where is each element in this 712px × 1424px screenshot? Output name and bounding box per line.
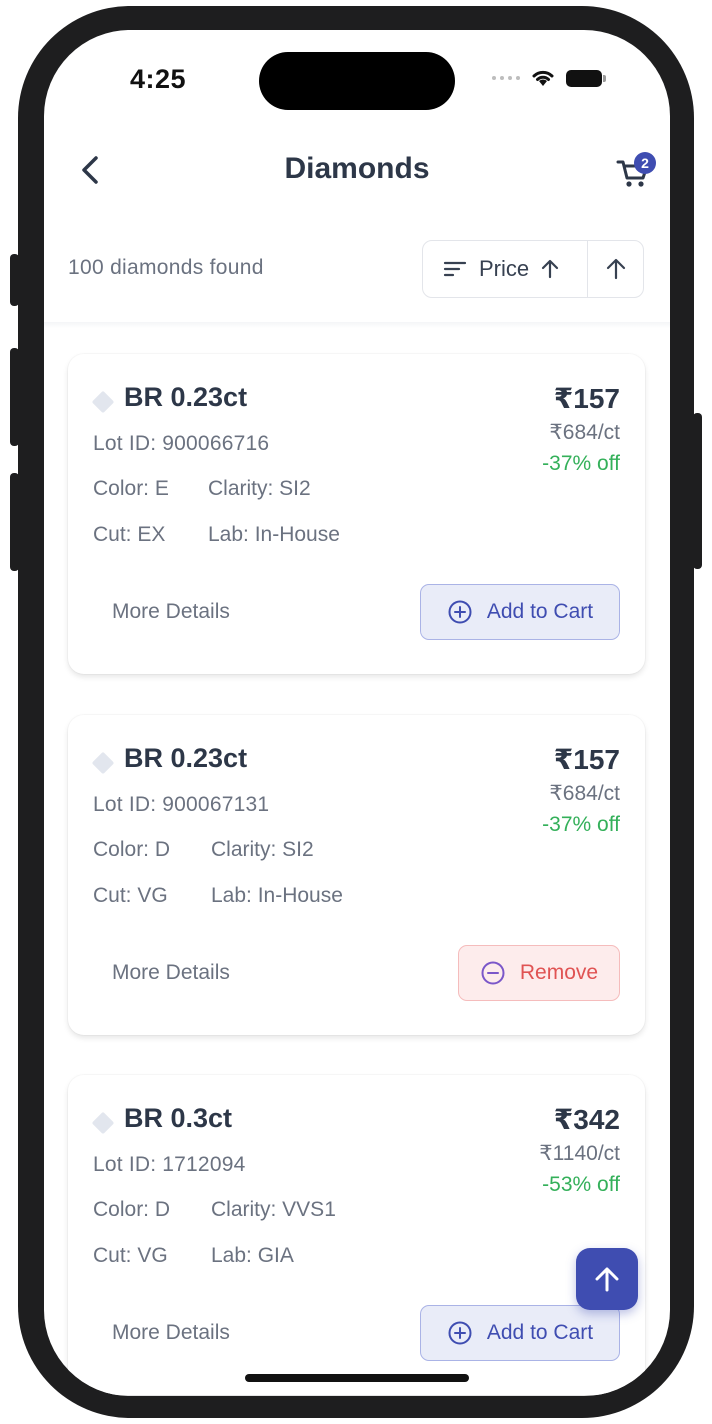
sort-field-label: Price bbox=[479, 256, 530, 281]
battery-icon bbox=[566, 69, 606, 87]
cart-count-badge: 2 bbox=[634, 152, 656, 174]
add-to-cart-button[interactable]: Add to Cart bbox=[420, 584, 620, 640]
clarity-grade: Clarity: VVS1 bbox=[211, 1198, 336, 1221]
lot-id: Lot ID: 900067131 bbox=[93, 793, 270, 816]
plus-circle-icon bbox=[448, 600, 472, 624]
more-details-link[interactable]: More Details bbox=[112, 600, 230, 624]
lab-name: Lab: In-House bbox=[211, 884, 343, 907]
add-to-cart-button[interactable]: Add to Cart bbox=[420, 1305, 620, 1361]
lab-name: Lab: In-House bbox=[208, 523, 340, 546]
color-grade: Color: D bbox=[93, 1198, 171, 1221]
price-per-carat: ₹684/ct bbox=[549, 421, 620, 444]
clarity-grade: Clarity: SI2 bbox=[208, 477, 311, 500]
diamond-card: BR 0.23ct ₹157 ₹684/ct -37% off Lot ID: … bbox=[68, 715, 645, 1035]
signal-icon bbox=[492, 76, 520, 80]
home-indicator bbox=[245, 1374, 469, 1382]
wifi-icon bbox=[532, 70, 554, 86]
volume-down-button bbox=[10, 473, 19, 571]
discount-label: -53% off bbox=[542, 1173, 620, 1196]
results-count: 100 diamonds found bbox=[68, 256, 264, 279]
cut-grade: Cut: EX bbox=[93, 523, 166, 546]
color-grade: Color: D bbox=[93, 838, 171, 861]
arrow-up-icon bbox=[542, 259, 559, 279]
status-icons bbox=[492, 68, 606, 88]
diamond-icon bbox=[91, 1111, 115, 1135]
more-details-link[interactable]: More Details bbox=[112, 961, 230, 985]
header-divider bbox=[44, 322, 670, 328]
volume-up-button bbox=[10, 348, 19, 446]
status-time: 4:25 bbox=[130, 64, 187, 94]
scroll-to-top-button[interactable] bbox=[576, 1248, 638, 1310]
diamond-icon bbox=[91, 751, 115, 775]
power-button bbox=[693, 413, 702, 569]
diamond-icon bbox=[91, 390, 115, 414]
app-screen: 4:25 Diamonds 2 100 diamonds found Price… bbox=[44, 30, 670, 1396]
side-button bbox=[10, 254, 19, 306]
sort-lines-icon bbox=[443, 261, 467, 277]
arrow-up-icon bbox=[595, 1267, 619, 1292]
price-per-carat: ₹684/ct bbox=[549, 782, 620, 805]
add-to-cart-label: Add to Cart bbox=[486, 1321, 594, 1344]
clarity-grade: Clarity: SI2 bbox=[211, 838, 314, 861]
lab-name: Lab: GIA bbox=[211, 1244, 294, 1267]
remove-label: Remove bbox=[519, 961, 599, 984]
diamond-price: ₹157 bbox=[553, 383, 620, 414]
lot-id: Lot ID: 900066716 bbox=[93, 432, 270, 455]
diamond-title: BR 0.23ct bbox=[124, 382, 248, 412]
price-per-carat: ₹1140/ct bbox=[539, 1142, 620, 1165]
plus-circle-icon bbox=[448, 1321, 472, 1345]
more-details-link[interactable]: More Details bbox=[112, 1321, 230, 1345]
dynamic-island bbox=[259, 52, 455, 110]
cut-grade: Cut: VG bbox=[93, 1244, 168, 1267]
lot-id: Lot ID: 1712094 bbox=[93, 1153, 246, 1176]
sort-control: Price bbox=[422, 240, 644, 298]
color-grade: Color: E bbox=[93, 477, 169, 500]
page-title: Diamonds bbox=[284, 152, 430, 185]
sort-direction-button[interactable] bbox=[588, 241, 643, 297]
discount-label: -37% off bbox=[542, 813, 620, 836]
diamond-price: ₹157 bbox=[553, 744, 620, 775]
cut-grade: Cut: VG bbox=[93, 884, 168, 907]
diamond-card: BR 0.23ct ₹157 ₹684/ct -37% off Lot ID: … bbox=[68, 354, 645, 674]
minus-circle-icon bbox=[481, 961, 505, 985]
arrow-up-icon bbox=[606, 258, 625, 280]
diamond-price: ₹342 bbox=[553, 1104, 620, 1135]
sort-field-button[interactable]: Price bbox=[423, 241, 588, 297]
diamond-title: BR 0.3ct bbox=[124, 1103, 233, 1133]
remove-from-cart-button[interactable]: Remove bbox=[458, 945, 620, 1001]
diamond-title: BR 0.23ct bbox=[124, 743, 248, 773]
diamond-card: BR 0.3ct ₹342 ₹1140/ct -53% off Lot ID: … bbox=[68, 1075, 645, 1395]
add-to-cart-label: Add to Cart bbox=[486, 600, 594, 623]
discount-label: -37% off bbox=[542, 452, 620, 475]
